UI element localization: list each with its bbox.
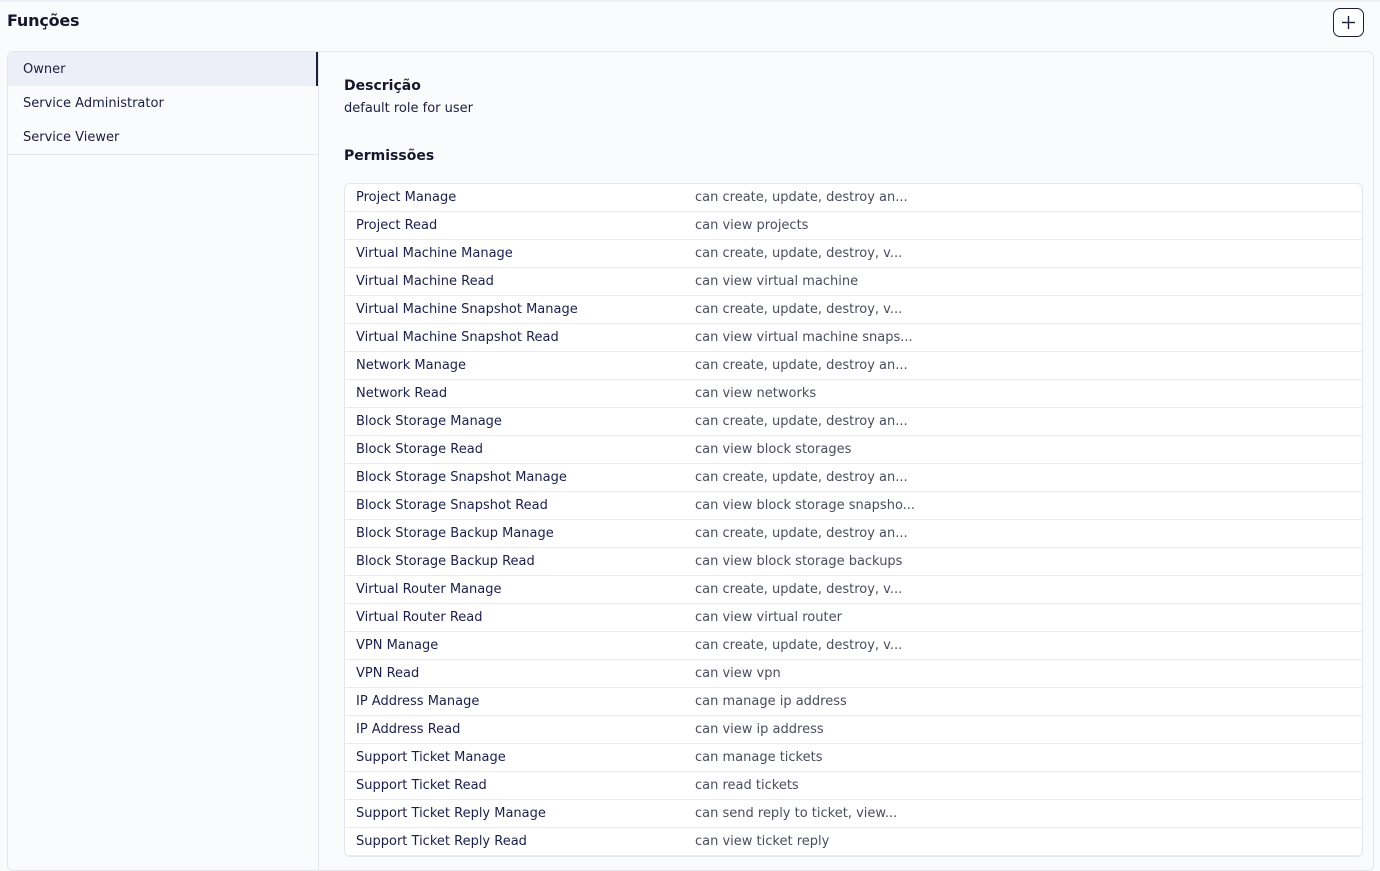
permission-name: Virtual Machine Snapshot Manage — [356, 302, 578, 317]
roles-panel: Owner Service Administrator Service Viewer… — [7, 51, 1374, 871]
permission-name: Block Storage Snapshot Read — [356, 498, 548, 513]
permission-description: can view networks — [695, 386, 817, 401]
permission-description: can create, update, destroy an... — [695, 190, 908, 205]
permissions-table: Project Manage can create, update, destro… — [344, 183, 1363, 857]
permission-description: can view vpn — [695, 666, 781, 681]
permission-name: Block Storage Manage — [356, 414, 502, 429]
permission-name: Virtual Machine Manage — [356, 246, 513, 261]
permission-description: can view virtual machine — [695, 274, 859, 289]
permission-row: Project Read can view projects — [345, 212, 1362, 240]
permission-description: can view block storages — [695, 442, 852, 457]
permission-description: can create, update, destroy, v... — [695, 246, 903, 261]
permission-description: can send reply to ticket, view... — [695, 806, 898, 821]
permission-row: Support Ticket Manage can manage tickets — [345, 744, 1362, 772]
permission-name: Block Storage Backup Read — [356, 554, 535, 569]
permission-row: IP Address Read can view ip address — [345, 716, 1362, 744]
plus-icon — [1342, 16, 1355, 29]
permission-name: Virtual Router Manage — [356, 582, 502, 597]
permission-row: Block Storage Snapshot Manage can create,… — [345, 464, 1362, 492]
permission-description: can view virtual router — [695, 610, 842, 625]
permission-description: can create, update, destroy an... — [695, 470, 908, 485]
permission-row: Network Read can view networks — [345, 380, 1362, 408]
permission-name: IP Address Read — [356, 722, 461, 737]
permission-description: can view block storage snapsho... — [695, 498, 916, 513]
permission-row: Support Ticket Reply Read can view ticket… — [345, 828, 1362, 856]
permission-description: can read tickets — [695, 778, 799, 793]
permission-description: can view ticket reply — [695, 834, 830, 849]
permission-name: Virtual Router Read — [356, 610, 483, 625]
permission-name: Virtual Machine Read — [356, 274, 494, 289]
permission-row: Block Storage Backup Read can view block … — [345, 548, 1362, 576]
permission-description: can create, update, destroy an... — [695, 526, 908, 541]
permission-name: Project Read — [356, 218, 438, 233]
permission-description: can view virtual machine snaps... — [695, 330, 913, 345]
permission-row: Network Manage can create, update, destro… — [345, 352, 1362, 380]
description-value: default role for user — [344, 101, 473, 116]
permission-row: VPN Read can view vpn — [345, 660, 1362, 688]
permission-description: can view ip address — [695, 722, 824, 737]
permission-row: Block Storage Manage can create, update, … — [345, 408, 1362, 436]
role-details: Descrição default role for user Permissõ… — [319, 52, 1373, 870]
permission-row: Virtual Machine Read can view virtual mac… — [345, 268, 1362, 296]
permission-name: Network Read — [356, 386, 448, 401]
permission-name: Block Storage Backup Manage — [356, 526, 554, 541]
permission-description: can view projects — [695, 218, 809, 233]
permission-description: can create, update, destroy an... — [695, 414, 908, 429]
role-list: Owner Service Administrator Service Viewer — [8, 52, 318, 155]
permission-name: Support Ticket Reply Manage — [356, 806, 546, 821]
permission-row: Block Storage Backup Manage can create, u… — [345, 520, 1362, 548]
permission-name: Support Ticket Manage — [356, 750, 506, 765]
add-role-button[interactable] — [1333, 8, 1364, 37]
permission-name: Network Manage — [356, 358, 467, 373]
permission-row: Virtual Machine Snapshot Manage can creat… — [345, 296, 1362, 324]
permission-description: can manage ip address — [695, 694, 847, 709]
permission-name: Project Manage — [356, 190, 457, 205]
description-label: Descrição — [344, 78, 421, 94]
permission-row: Virtual Machine Manage can create, update… — [345, 240, 1362, 268]
permission-description: can view block storage backups — [695, 554, 903, 569]
role-item[interactable]: Service Administrator — [8, 86, 318, 120]
permission-name: VPN Read — [356, 666, 420, 681]
permission-description: can manage tickets — [695, 750, 823, 765]
permission-name: Support Ticket Read — [356, 778, 487, 793]
permission-description: can create, update, destroy an... — [695, 358, 908, 373]
permission-row: Virtual Machine Snapshot Read can view vi… — [345, 324, 1362, 352]
permission-name: Block Storage Snapshot Manage — [356, 470, 567, 485]
permission-name: Block Storage Read — [356, 442, 483, 457]
page-title: Funções — [7, 11, 80, 30]
top-bar: Funções — [0, 0, 1380, 44]
permission-row: Virtual Router Manage can create, update,… — [345, 576, 1362, 604]
permission-row: VPN Manage can create, update, destroy, v… — [345, 632, 1362, 660]
permission-row: Block Storage Snapshot Read can view bloc… — [345, 492, 1362, 520]
permission-description: can create, update, destroy, v... — [695, 582, 903, 597]
permission-name: Support Ticket Reply Read — [356, 834, 527, 849]
permission-name: IP Address Manage — [356, 694, 480, 709]
role-item[interactable]: Owner — [8, 52, 318, 86]
permission-name: VPN Manage — [356, 638, 439, 653]
permission-row: IP Address Manage can manage ip address — [345, 688, 1362, 716]
permission-description: can create, update, destroy, v... — [695, 638, 903, 653]
permission-name: Virtual Machine Snapshot Read — [356, 330, 559, 345]
permission-row: Support Ticket Reply Manage can send repl… — [345, 800, 1362, 828]
roles-sidebar: Owner Service Administrator Service Viewer — [8, 52, 319, 870]
permission-row: Block Storage Read can view block storage… — [345, 436, 1362, 464]
permission-row: Project Manage can create, update, destro… — [345, 184, 1362, 212]
role-item[interactable]: Service Viewer — [8, 120, 318, 154]
permission-row: Virtual Router Read can view virtual rout… — [345, 604, 1362, 632]
permission-row: Support Ticket Read can read tickets — [345, 772, 1362, 800]
permission-description: can create, update, destroy, v... — [695, 302, 903, 317]
permissions-label: Permissões — [344, 148, 435, 164]
